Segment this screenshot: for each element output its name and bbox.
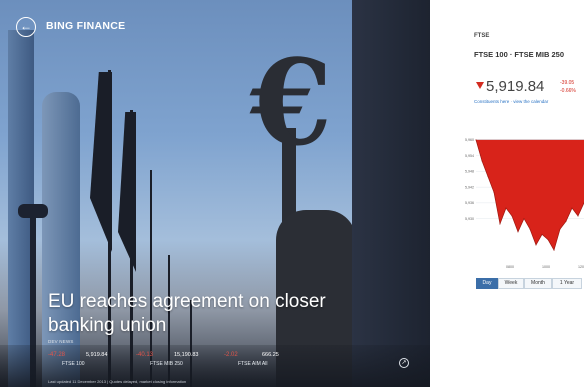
euro-symbol: € xyxy=(250,33,333,172)
index-change: -39.05 xyxy=(560,80,575,86)
price-point xyxy=(565,220,567,222)
ticker-name: FTSE AIM All xyxy=(238,361,268,367)
ticker-delta: -47.28 xyxy=(48,352,66,358)
price-point xyxy=(523,218,525,220)
price-point xyxy=(493,191,495,193)
update-caption: Last updated 11 December 2013 | Quotes d… xyxy=(48,379,187,384)
price-point xyxy=(577,215,579,217)
ticker-value: 15,190.83 xyxy=(174,352,199,358)
x-tick-label: 1200 xyxy=(578,265,584,269)
y-tick-label: 5,948 xyxy=(465,170,474,174)
price-chart-svg: 5,960 5,954 5,948 5,942 5,936 5,930 0800 1000 12… xyxy=(465,138,584,269)
price-point xyxy=(511,215,513,217)
ticker-name: FTSE 100 xyxy=(62,361,85,367)
price-point xyxy=(481,160,483,162)
y-tick-label: 5,936 xyxy=(465,201,474,205)
ticker-ftse-100[interactable]: -47.28 5,919.84 FTSE 100 xyxy=(48,352,128,370)
price-point xyxy=(487,176,489,178)
flag-2 xyxy=(118,112,136,272)
range-tab[interactable]: Month xyxy=(524,278,552,289)
price-point xyxy=(499,223,501,225)
price-point xyxy=(571,207,573,209)
range-tab[interactable]: Week xyxy=(498,278,524,289)
market-links[interactable]: Constituents here · view the calendar xyxy=(474,99,548,104)
price-chart[interactable]: 5,960 5,954 5,948 5,942 5,936 5,930 0800 1000 12… xyxy=(430,108,584,278)
price-point xyxy=(517,231,519,233)
x-tick-label: 0800 xyxy=(506,265,514,269)
y-tick-label: 5,960 xyxy=(465,138,474,142)
y-tick-label: 5,954 xyxy=(465,154,474,158)
market-logo: FTSE xyxy=(474,33,490,39)
index-change-pct: -0.66% xyxy=(560,88,576,94)
price-point xyxy=(553,249,555,251)
price-point xyxy=(529,228,531,230)
ticker-delta: -40.13 xyxy=(136,352,154,358)
price-point xyxy=(541,233,543,235)
price-point xyxy=(535,244,537,246)
article-headline[interactable]: EU reaches agreement on closer banking u… xyxy=(48,290,378,338)
range-tab[interactable]: 1 Year xyxy=(552,278,582,289)
ticker-ftse-mib-250[interactable]: -40.13 15,190.83 FTSE MIB 250 xyxy=(136,352,216,370)
ticker-value: 666.25 xyxy=(262,352,279,358)
market-panel: FTSE FTSE 100 · FTSE MIB 250 5,919.84 -3… xyxy=(430,0,584,387)
price-point xyxy=(559,228,561,230)
section-tag: DEV NEWS xyxy=(48,339,74,344)
ticker-name: FTSE MIB 250 xyxy=(150,361,183,367)
market-indices[interactable]: FTSE 100 · FTSE MIB 250 xyxy=(474,50,564,59)
index-value: 5,919.84 xyxy=(486,78,545,95)
price-area xyxy=(476,139,584,251)
ticker-delta: -2.02 xyxy=(224,352,238,358)
price-point xyxy=(505,207,507,209)
back-arrow-icon[interactable]: ← xyxy=(16,17,36,37)
x-tick-label: 1000 xyxy=(542,265,550,269)
lamp-head xyxy=(18,204,48,218)
price-point xyxy=(475,139,477,141)
ticker-ftse-aim-all[interactable]: -2.02 666.25 FTSE AIM All xyxy=(224,352,304,370)
price-point xyxy=(547,239,549,241)
range-tab[interactable]: Day xyxy=(476,278,498,289)
expand-icon[interactable]: ↗ xyxy=(399,358,409,368)
flag-1 xyxy=(90,72,112,252)
app-title: BING FINANCE xyxy=(46,20,126,32)
ticker-value: 5,919.84 xyxy=(86,352,108,358)
y-tick-label: 5,930 xyxy=(465,217,474,221)
down-arrow-icon xyxy=(476,82,484,89)
hero-article-panel[interactable]: € ← BING FINANCE EU reaches agreement on… xyxy=(0,0,430,387)
y-tick-label: 5,942 xyxy=(465,185,474,189)
